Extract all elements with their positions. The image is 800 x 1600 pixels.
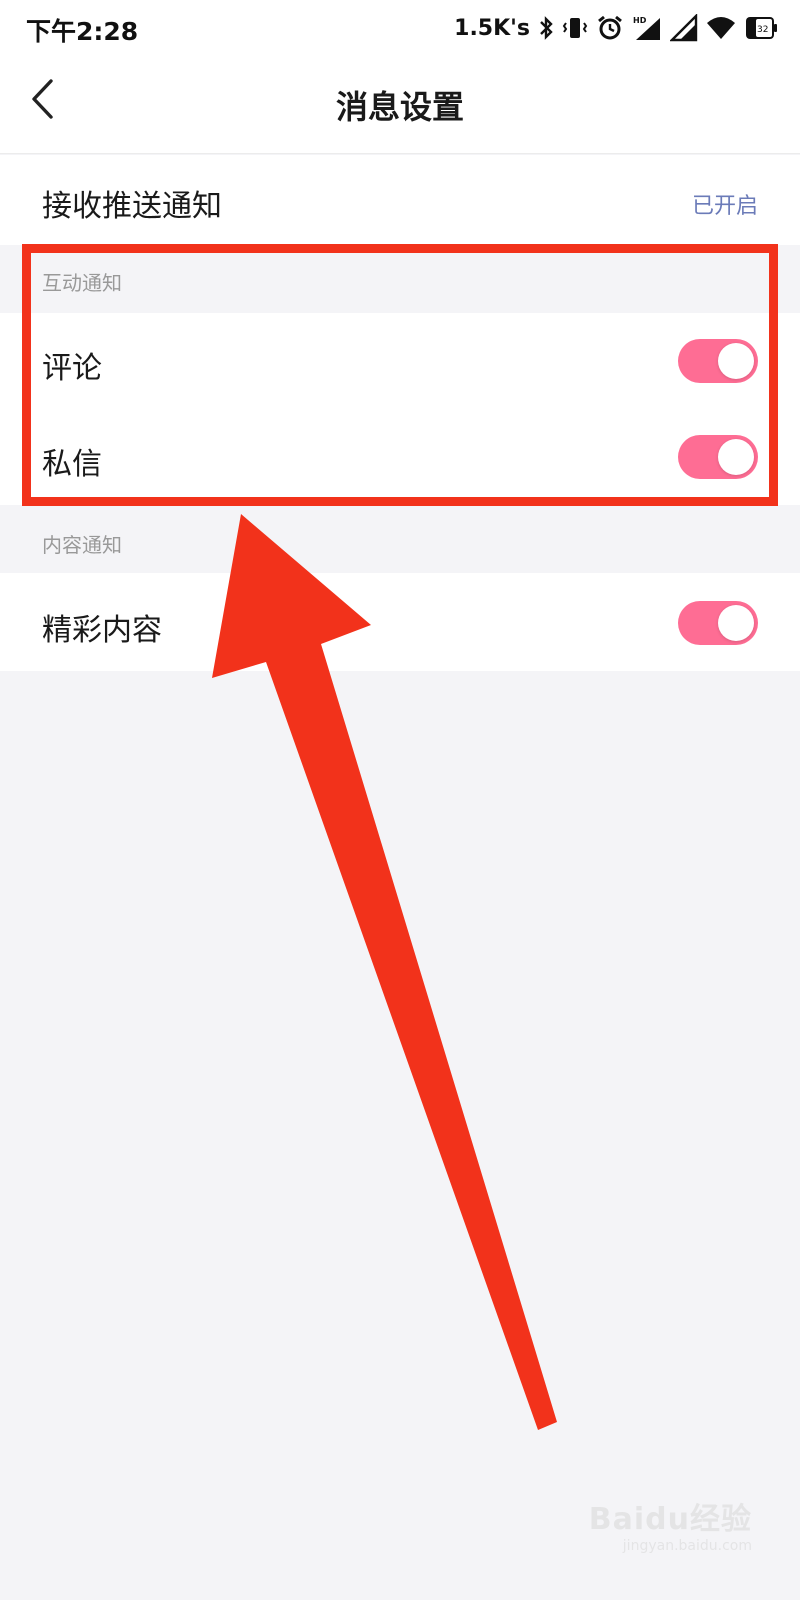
toggle-knob <box>718 439 754 475</box>
network-speed: 1.5K's <box>454 15 530 41</box>
status-bar: 下午2:28 1.5K's HD 32 <box>0 0 800 56</box>
comment-toggle[interactable] <box>678 339 758 383</box>
toggle-knob <box>718 343 754 379</box>
svg-text:HD: HD <box>633 16 647 25</box>
alarm-icon <box>598 15 622 40</box>
section-label: 互动通知 <box>42 271 122 295</box>
baidu-watermark: Baidu经验 jingyan.baidu.com <box>589 1494 752 1554</box>
section-header-content: 内容通知 <box>0 505 800 573</box>
toggle-knob <box>718 605 754 641</box>
push-notification-row[interactable]: 接收推送通知 已开启 <box>0 155 800 245</box>
status-time: 下午2:28 <box>26 17 139 46</box>
row-label: 评论 <box>42 351 102 386</box>
wifi-icon <box>707 17 735 39</box>
status-icons: 1.5K's HD 32 <box>454 12 778 44</box>
push-notification-status: 已开启 <box>691 194 758 219</box>
row-label: 精彩内容 <box>42 613 162 648</box>
watermark-url: jingyan.baidu.com <box>622 1538 752 1554</box>
bluetooth-icon <box>540 16 553 40</box>
settings-row-comment: 评论 <box>0 313 800 409</box>
signal-icon <box>670 14 698 42</box>
private-message-toggle[interactable] <box>678 435 758 479</box>
section-header-interactive: 互动通知 <box>0 245 800 313</box>
settings-row-featured-content: 精彩内容 <box>0 573 800 671</box>
svg-text:32: 32 <box>757 25 768 35</box>
hd-signal-icon: HD <box>633 16 660 40</box>
featured-content-toggle[interactable] <box>678 601 758 645</box>
section-label: 内容通知 <box>42 533 122 557</box>
push-notification-label: 接收推送通知 <box>42 189 222 224</box>
page-title: 消息设置 <box>335 88 464 126</box>
nav-bar: 消息设置 <box>0 56 800 154</box>
settings-row-private-message: 私信 <box>0 409 800 505</box>
row-label: 私信 <box>42 447 102 482</box>
battery-icon: 32 <box>746 17 777 39</box>
watermark-brand: Baidu经验 <box>588 1502 752 1537</box>
vibrate-icon <box>562 18 588 38</box>
